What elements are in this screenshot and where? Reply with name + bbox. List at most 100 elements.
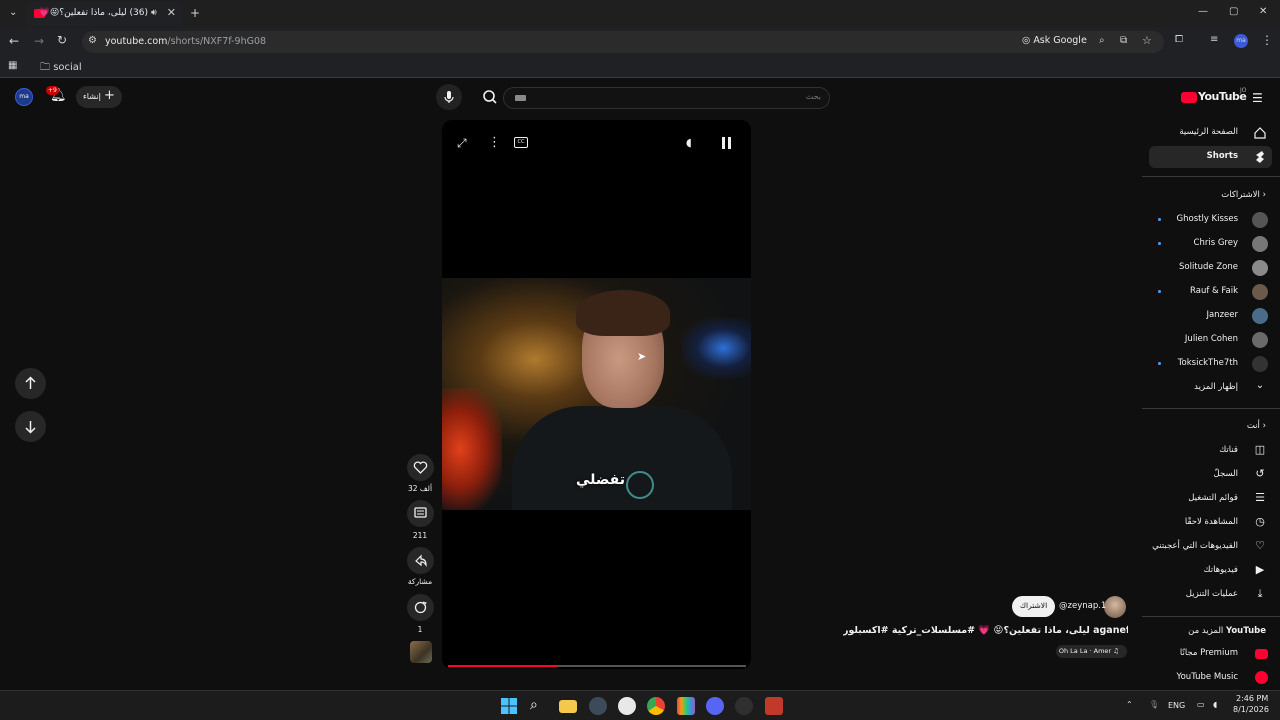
remix-button[interactable] <box>407 594 434 621</box>
search-button[interactable] <box>477 84 503 110</box>
language-indicator[interactable]: ENG <box>1168 701 1185 710</box>
browser-menu-icon[interactable]: ⋮ <box>1261 33 1273 47</box>
sidebar-item-shorts[interactable]: Shorts <box>1149 146 1272 168</box>
subscription-item[interactable]: Ghostly Kisses <box>1138 209 1268 231</box>
sidebar-item-music[interactable]: YouTube Music <box>1138 667 1268 689</box>
channel-handle[interactable]: @zeynap.1 <box>1059 601 1106 611</box>
like-button[interactable] <box>407 454 434 481</box>
keyboard-icon[interactable] <box>515 95 526 101</box>
subscription-item[interactable]: Solitude Zone <box>1138 257 1268 279</box>
taskbar-search-icon[interactable]: ⌕ <box>530 697 548 715</box>
browser-tab-active[interactable]: (36) ليلى، ماذا تفعلين؟😝💗 🔊︎ ✕ <box>26 2 182 26</box>
subscription-item[interactable]: Julien Cohen <box>1138 329 1268 351</box>
file-explorer-icon[interactable] <box>559 700 577 713</box>
sound-thumbnail[interactable] <box>410 641 432 663</box>
minimize-icon[interactable]: — <box>1198 6 1208 17</box>
channel-avatar <box>1252 308 1268 324</box>
subscription-item[interactable]: Janzeer <box>1138 305 1268 327</box>
extensions-icon[interactable]: ⧠ <box>1175 34 1183 45</box>
sidebar-item-premium[interactable]: مجانًا Premium <box>1138 643 1268 665</box>
bookmark-star-icon[interactable]: ☆ <box>1142 34 1152 47</box>
reload-icon[interactable]: ↻ <box>57 33 67 47</box>
window-close-icon[interactable]: ✕ <box>1259 6 1267 17</box>
sidebar-item-history[interactable]: ↺ السجلّ <box>1138 464 1268 486</box>
download-icon: ⤓ <box>1257 587 1263 600</box>
address-bar[interactable]: ⚙︎ youtube.com/shorts/NXF7f-9hG08 ◎ Ask … <box>82 31 1164 53</box>
more-options-icon[interactable]: ⋮ <box>488 135 501 150</box>
network-icon[interactable]: ▭ <box>1197 700 1205 709</box>
shorts-video-player[interactable]: ⤢ ⋮ CC ◖ تفضلي <box>442 120 751 669</box>
speaker-icon[interactable]: 🔊︎ <box>151 8 157 18</box>
browser-toolbar: ← → ↻ ⚙︎ youtube.com/shorts/NXF7f-9hG08 … <box>0 28 1280 56</box>
microphone-tray-icon[interactable]: 🎙︎ <box>1149 700 1159 709</box>
tray-overflow-icon[interactable]: ⌃ <box>1126 700 1133 709</box>
ask-google-button[interactable]: ◎ Ask Google <box>1022 35 1087 46</box>
site-info-icon[interactable]: ⚙︎ <box>88 35 97 46</box>
zoom-icon[interactable]: ⌕ <box>1099 35 1105 46</box>
arrow-up-icon <box>25 376 36 389</box>
app-icon[interactable] <box>735 697 753 715</box>
media-controls-icon[interactable]: ≡ <box>1210 34 1218 45</box>
show-more-button[interactable]: ⌄ إظهار المزيد <box>1138 377 1268 399</box>
comments-button[interactable] <box>407 500 434 527</box>
short-title[interactable]: ليلى، ماذا تفعلين؟😝 💗 #مسلسلات_تركية #اك… <box>843 625 1128 636</box>
create-button[interactable]: + إنشاء <box>76 86 122 108</box>
subscriptions-header[interactable]: الاشتراكات › <box>1221 190 1266 200</box>
channel-avatar[interactable] <box>1104 596 1126 618</box>
subscription-item[interactable]: Rauf & Faik <box>1138 281 1268 303</box>
fullscreen-icon[interactable]: ⤢ <box>457 136 467 151</box>
sidebar-item-watch-later[interactable]: ◷ المشاهدة لاحقًا <box>1138 512 1268 534</box>
you-header[interactable]: أنت › <box>1247 421 1266 431</box>
guide-menu-icon[interactable]: ☰ <box>1252 91 1263 105</box>
install-icon[interactable]: ⧉ <box>1120 35 1127 46</box>
previous-short-button[interactable] <box>15 368 46 399</box>
back-icon[interactable]: ← <box>9 34 19 48</box>
app-icon[interactable] <box>765 697 783 715</box>
app-icon[interactable] <box>618 697 636 715</box>
sidebar-item-channel[interactable]: ◫ قناتك <box>1138 440 1268 462</box>
sidebar-item-download[interactable]: ⤓ عمليات التنزيل <box>1138 584 1268 606</box>
pause-icon[interactable] <box>722 137 731 149</box>
video-progress-bar[interactable] <box>448 665 746 667</box>
sidebar-item-playlists[interactable]: ☰ قوائم التشغيل <box>1138 488 1268 510</box>
tab-close-icon[interactable]: ✕ <box>167 6 176 19</box>
volume-icon[interactable]: ◖ <box>686 136 692 149</box>
discord-icon[interactable] <box>706 697 724 715</box>
voice-search-button[interactable] <box>436 84 462 110</box>
bookmark-folder-social[interactable]: 🗀 social <box>40 60 82 77</box>
account-avatar[interactable]: ma <box>15 88 33 106</box>
profile-avatar[interactable]: ma <box>1234 34 1248 48</box>
next-short-button[interactable] <box>15 411 46 442</box>
sidebar-item-your-videos[interactable]: ▶ فيديوهاتك <box>1138 560 1268 582</box>
sidebar-item-like[interactable]: ♡ الفيديوهات التي أعجبتني <box>1138 536 1268 558</box>
chrome-icon[interactable] <box>647 697 665 715</box>
clock-date[interactable]: 8/1/2026 <box>1233 705 1269 714</box>
search-input[interactable]: بحث <box>503 87 830 109</box>
like-icon: ♡ <box>1255 539 1265 552</box>
home-icon <box>1254 127 1266 139</box>
sidebar-item-label: السجلّ <box>1213 469 1238 479</box>
start-button[interactable] <box>500 697 518 715</box>
app-icon[interactable] <box>589 697 607 715</box>
maximize-icon[interactable]: ▢ <box>1229 6 1238 17</box>
volume-tray-icon[interactable]: ◖ <box>1213 700 1217 709</box>
new-tab-icon[interactable]: + <box>190 6 200 20</box>
sidebar-item-home[interactable]: الصفحة الرئيسية <box>1138 122 1268 144</box>
shorts-icon <box>1256 151 1264 163</box>
premium-icon <box>1255 649 1268 659</box>
subscribe-button[interactable]: الاشتراك <box>1012 596 1055 617</box>
subscription-item[interactable]: Chris Grey <box>1138 233 1268 255</box>
tab-search-icon[interactable]: ⌄ <box>9 7 17 18</box>
apps-grid-icon[interactable]: ▦ <box>8 60 17 71</box>
sidebar-item-label: إظهار المزيد <box>1194 382 1238 392</box>
forward-icon[interactable]: → <box>34 34 44 48</box>
sound-chip[interactable]: Oh La La · Amer ♫ <box>1056 645 1127 658</box>
search-placeholder: بحث <box>805 92 821 101</box>
share-button[interactable] <box>407 547 434 574</box>
notifications-button[interactable]: 🔔︎ +9 <box>46 86 68 108</box>
subscription-item[interactable]: ToksickThe7th <box>1138 353 1268 375</box>
app-icon[interactable] <box>677 697 695 715</box>
captions-icon[interactable]: CC <box>514 137 528 148</box>
new-content-dot <box>1158 242 1161 245</box>
clock-time[interactable]: 2:46 PM <box>1236 694 1268 703</box>
